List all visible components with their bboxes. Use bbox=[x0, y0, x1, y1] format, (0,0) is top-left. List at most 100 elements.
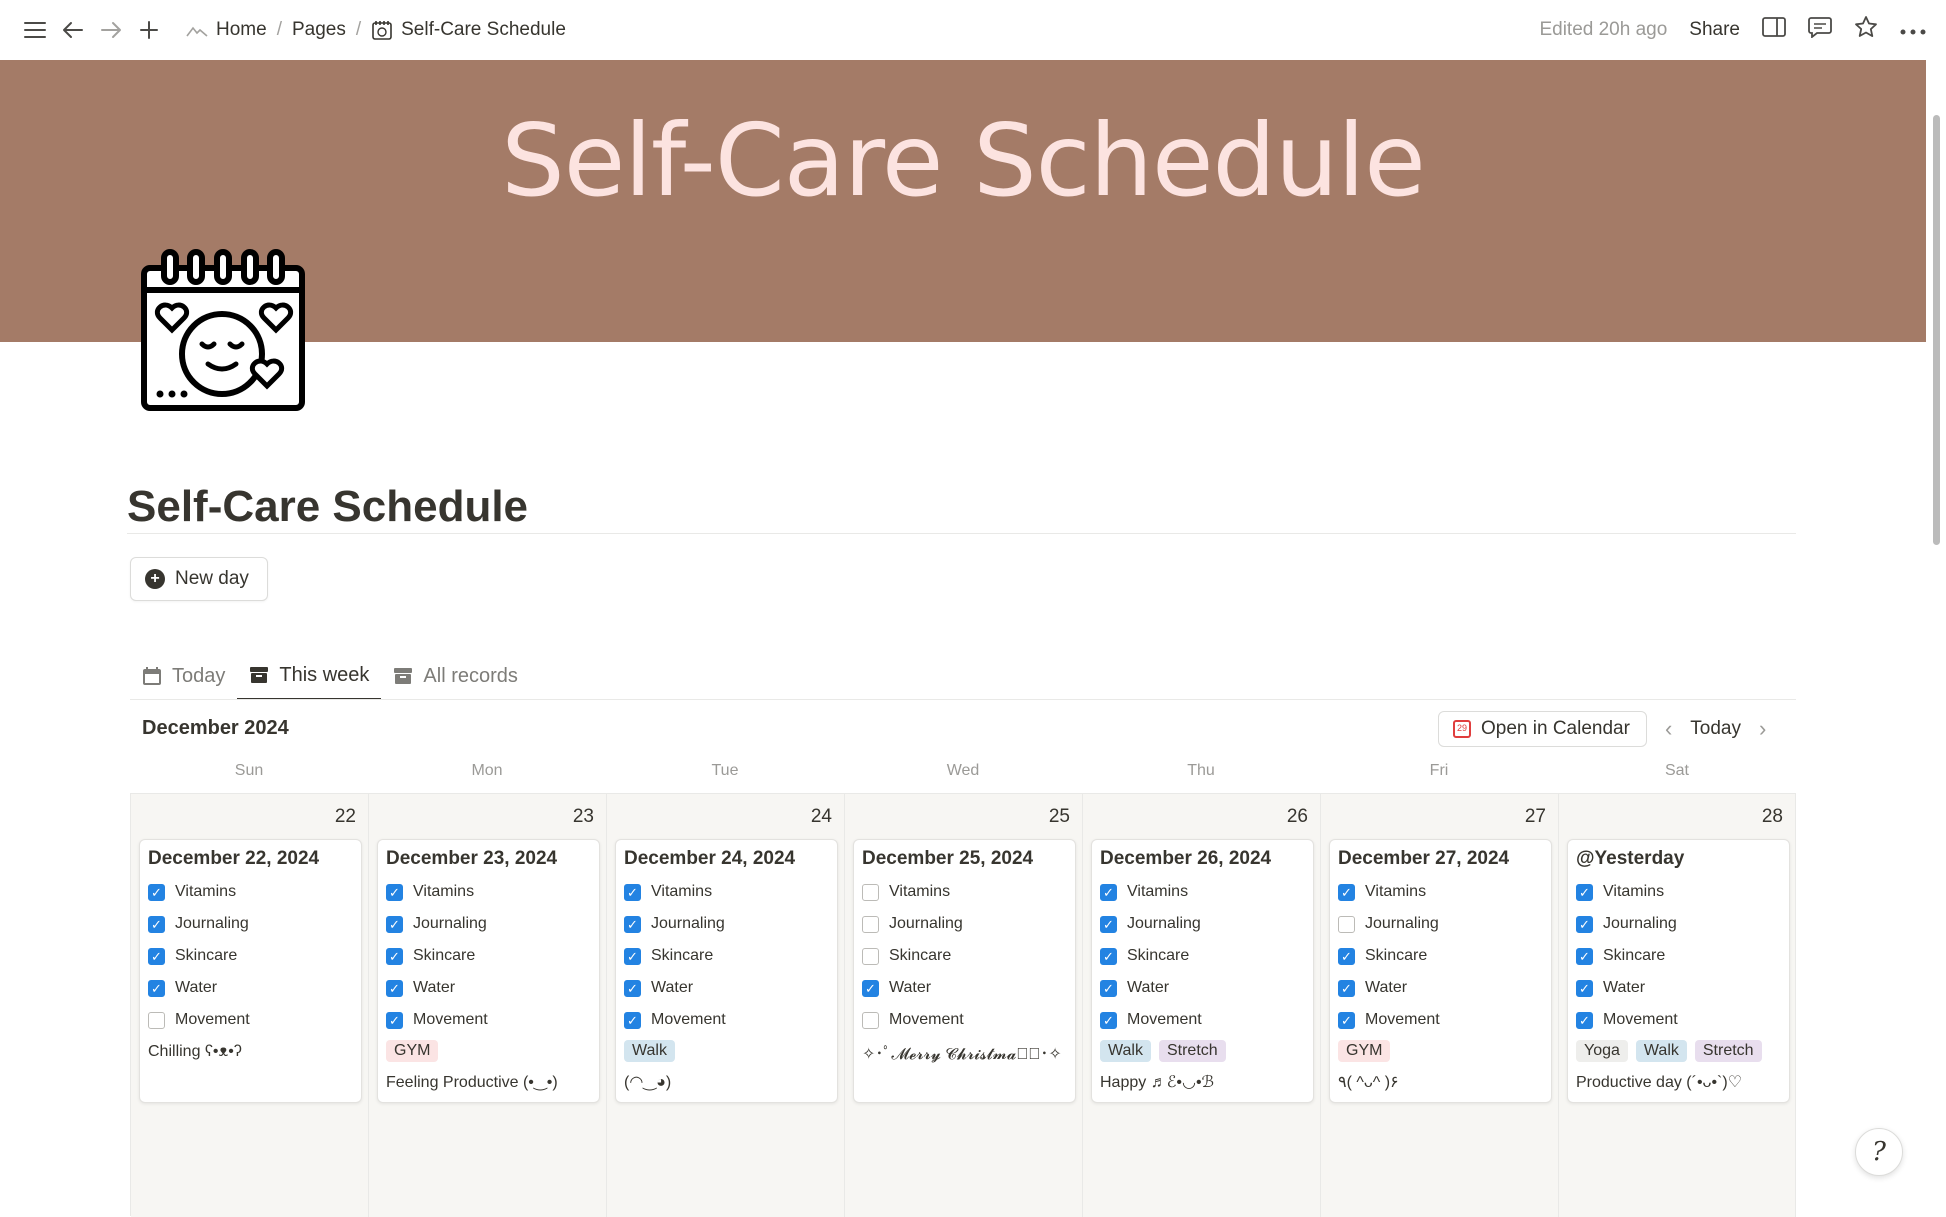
day-cell[interactable]: 26 December 26, 2024 ✓ Vitamins ✓ Journaling ✓… bbox=[1083, 794, 1321, 1217]
checkbox-checked[interactable]: ✓ bbox=[1576, 947, 1593, 965]
checkbox-checked[interactable]: ✓ bbox=[1338, 979, 1355, 997]
checkbox-checked[interactable]: ✓ bbox=[624, 979, 641, 997]
day-cell[interactable]: 23 December 23, 2024 ✓ Vitamins ✓ Journaling ✓… bbox=[369, 794, 607, 1217]
day-card[interactable]: December 27, 2024 ✓ Vitamins Journaling ✓ Ski… bbox=[1329, 839, 1552, 1103]
checkbox-unchecked[interactable] bbox=[862, 947, 879, 965]
checkbox-checked[interactable]: ✓ bbox=[1100, 947, 1117, 965]
breadcrumb: Home / Pages / Self-Care Schedule bbox=[180, 15, 572, 45]
checkbox-checked[interactable]: ✓ bbox=[148, 979, 165, 997]
tab-this-week-label: This week bbox=[279, 663, 370, 686]
checkbox-checked[interactable]: ✓ bbox=[386, 1011, 403, 1029]
checkbox-checked[interactable]: ✓ bbox=[1100, 979, 1117, 997]
breadcrumb-pages[interactable]: Pages bbox=[286, 15, 352, 45]
tab-all-records[interactable]: All records bbox=[381, 652, 529, 700]
checkbox-row: ✓ Water bbox=[624, 972, 829, 1004]
checkbox-row: ✓ Vitamins bbox=[1576, 876, 1781, 908]
menu-icon[interactable] bbox=[20, 15, 50, 45]
day-cell[interactable]: 24 December 24, 2024 ✓ Vitamins ✓ Journaling ✓… bbox=[607, 794, 845, 1217]
tag-pill: Walk bbox=[1635, 1040, 1687, 1062]
checkbox-row: ✓ Skincare bbox=[386, 940, 591, 972]
day-card-title: @Yesterday bbox=[1576, 848, 1685, 869]
back-arrow-icon[interactable] bbox=[58, 15, 88, 45]
checkbox-row: ✓ Skincare bbox=[624, 940, 829, 972]
checkbox-checked[interactable]: ✓ bbox=[386, 947, 403, 965]
checkbox-checked[interactable]: ✓ bbox=[1576, 1011, 1593, 1029]
checkbox-row: Journaling bbox=[862, 908, 1067, 940]
checkbox-unchecked[interactable] bbox=[862, 883, 879, 901]
checkbox-checked[interactable]: ✓ bbox=[1338, 947, 1355, 965]
checkbox-checked[interactable]: ✓ bbox=[624, 883, 641, 901]
checkbox-checked[interactable]: ✓ bbox=[624, 1011, 641, 1029]
day-cell[interactable]: 25 December 25, 2024 Vitamins Journaling Ski… bbox=[845, 794, 1083, 1217]
day-card[interactable]: December 26, 2024 ✓ Vitamins ✓ Journaling ✓ Sk… bbox=[1091, 839, 1314, 1103]
day-number: 26 bbox=[1286, 806, 1308, 827]
day-card-title: December 26, 2024 bbox=[1100, 848, 1272, 869]
checkbox-checked[interactable]: ✓ bbox=[624, 915, 641, 933]
checkbox-unchecked[interactable] bbox=[862, 1011, 879, 1029]
breadcrumb-current-label: Self-Care Schedule bbox=[401, 19, 566, 40]
checkbox-checked[interactable]: ✓ bbox=[1576, 915, 1593, 933]
day-card[interactable]: @Yesterday ✓ Vitamins ✓ Journaling ✓ Skincare ✓… bbox=[1567, 839, 1790, 1103]
checkbox-unchecked[interactable] bbox=[862, 915, 879, 933]
chevron-right-icon[interactable]: › bbox=[1759, 716, 1766, 742]
mood-note: Chilling ʕ•ᴥ•ʔ bbox=[148, 1043, 242, 1060]
mood-note: Productive day (´•ᴗ•`)♡ bbox=[1576, 1074, 1743, 1091]
sidebar-panel-icon[interactable] bbox=[1762, 17, 1786, 43]
day-card[interactable]: December 22, 2024 ✓ Vitamins ✓ Journaling ✓ Sk… bbox=[139, 839, 362, 1103]
checkbox-checked[interactable]: ✓ bbox=[1100, 915, 1117, 933]
checkbox-checked[interactable]: ✓ bbox=[1576, 979, 1593, 997]
checkbox-label: Skincare bbox=[651, 947, 714, 964]
scrollbar-thumb[interactable] bbox=[1933, 115, 1940, 545]
day-card-title: December 27, 2024 bbox=[1338, 848, 1510, 869]
checkbox-unchecked[interactable] bbox=[1338, 915, 1355, 933]
breadcrumb-current-page[interactable]: Self-Care Schedule bbox=[365, 15, 572, 45]
checkbox-checked[interactable]: ✓ bbox=[148, 947, 165, 965]
more-options-icon[interactable] bbox=[1900, 19, 1926, 41]
forward-arrow-icon[interactable] bbox=[96, 15, 126, 45]
checkbox-checked[interactable]: ✓ bbox=[1338, 883, 1355, 901]
star-icon[interactable] bbox=[1854, 15, 1878, 45]
breadcrumb-home[interactable]: Home bbox=[180, 15, 273, 45]
checkbox-checked[interactable]: ✓ bbox=[624, 947, 641, 965]
tab-today[interactable]: Today bbox=[130, 652, 237, 700]
scrollbar[interactable] bbox=[1926, 60, 1946, 1216]
checkbox-row: ✓ Water bbox=[386, 972, 591, 1004]
checkbox-checked[interactable]: ✓ bbox=[386, 979, 403, 997]
archive-icon bbox=[394, 668, 413, 684]
checkbox-label: Vitamins bbox=[1603, 883, 1665, 900]
checkbox-checked[interactable]: ✓ bbox=[1100, 883, 1117, 901]
day-cell[interactable]: 27 December 27, 2024 ✓ Vitamins Journaling ✓ S… bbox=[1321, 794, 1559, 1217]
checkbox-unchecked[interactable] bbox=[148, 1011, 165, 1029]
chevron-left-icon[interactable]: ‹ bbox=[1665, 716, 1672, 742]
day-card[interactable]: December 24, 2024 ✓ Vitamins ✓ Journaling ✓ Sk… bbox=[615, 839, 838, 1103]
checkbox-checked[interactable]: ✓ bbox=[1338, 1011, 1355, 1029]
new-day-label: New day bbox=[175, 568, 249, 589]
day-cell[interactable]: 28 @Yesterday ✓ Vitamins ✓ Journaling ✓ Skincar… bbox=[1559, 794, 1796, 1217]
new-day-button[interactable]: + New day bbox=[130, 557, 268, 601]
checkbox-checked[interactable]: ✓ bbox=[148, 915, 165, 933]
share-button[interactable]: Share bbox=[1689, 19, 1740, 41]
checkbox-row: ✓ Water bbox=[148, 972, 353, 1004]
weekday-header: Wed bbox=[946, 762, 980, 779]
open-in-calendar-button[interactable]: 29 Open in Calendar bbox=[1438, 711, 1647, 747]
day-card[interactable]: December 23, 2024 ✓ Vitamins ✓ Journaling ✓ Sk… bbox=[377, 839, 600, 1103]
page-title[interactable]: Self-Care Schedule bbox=[127, 482, 528, 532]
day-card[interactable]: December 25, 2024 Vitamins Journaling Skinc… bbox=[853, 839, 1076, 1103]
help-button[interactable]: ? bbox=[1855, 1128, 1903, 1176]
day-cell[interactable]: 22 December 22, 2024 ✓ Vitamins ✓ Journaling ✓… bbox=[131, 794, 369, 1217]
checkbox-checked[interactable]: ✓ bbox=[386, 915, 403, 933]
breadcrumb-home-label: Home bbox=[216, 19, 267, 40]
checkbox-label: Water bbox=[1127, 979, 1170, 996]
today-button[interactable]: Today bbox=[1690, 718, 1741, 740]
checkbox-checked[interactable]: ✓ bbox=[1100, 1011, 1117, 1029]
checkbox-label: Water bbox=[889, 979, 932, 996]
plus-icon[interactable] bbox=[134, 15, 164, 45]
comment-icon[interactable] bbox=[1808, 16, 1832, 44]
checkbox-checked[interactable]: ✓ bbox=[386, 883, 403, 901]
checkbox-checked[interactable]: ✓ bbox=[148, 883, 165, 901]
checkbox-checked[interactable]: ✓ bbox=[862, 979, 879, 997]
checkbox-checked[interactable]: ✓ bbox=[1576, 883, 1593, 901]
tag-pill: Walk bbox=[1100, 1040, 1151, 1062]
tab-this-week[interactable]: This week bbox=[237, 652, 382, 700]
calendar-face-icon[interactable] bbox=[140, 246, 306, 412]
